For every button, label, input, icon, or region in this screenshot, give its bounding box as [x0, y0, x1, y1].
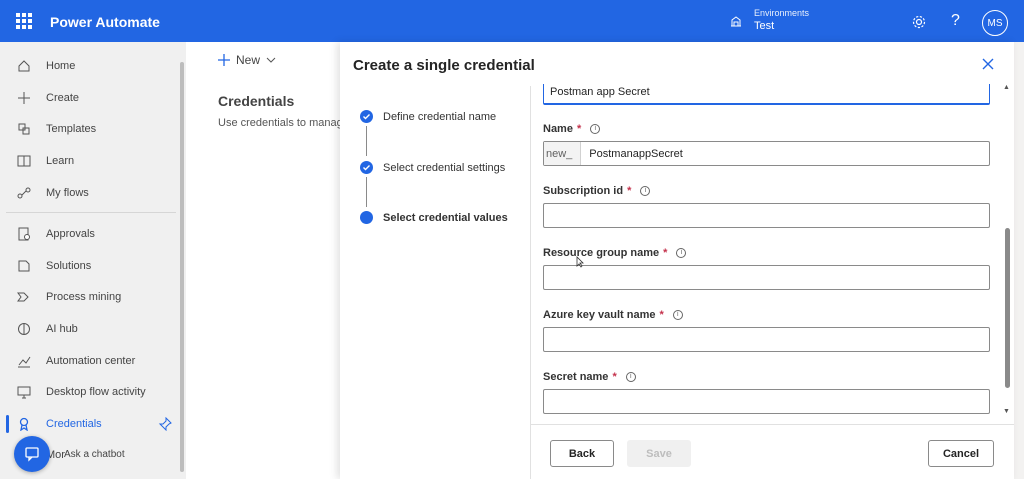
sidebar-item-approvals[interactable]: Approvals — [0, 219, 186, 249]
azure-key-vault-name-input[interactable] — [543, 327, 990, 352]
wizard-steps: Define credential name Select credential… — [340, 86, 531, 479]
display-name-input[interactable]: Postman app Secret — [543, 84, 990, 105]
pin-icon[interactable] — [158, 417, 172, 431]
book-icon — [17, 155, 31, 167]
sidebar-item-label: My flows — [46, 187, 89, 199]
sidebar-item-label: Process mining — [46, 291, 122, 303]
resource-group-name-input[interactable] — [543, 265, 990, 290]
step-define-name[interactable]: Define credential name — [383, 111, 496, 123]
desktop-icon — [17, 386, 31, 399]
sidebar-item-credentials[interactable]: Credentials — [0, 409, 186, 439]
secret-name-input[interactable] — [543, 389, 990, 414]
sidebar-item-label: AI hub — [46, 323, 78, 335]
sidebar-item-automation-center[interactable]: Automation center — [0, 346, 186, 376]
mouse-cursor-icon — [576, 256, 584, 268]
sidebar-item-label: Desktop flow activity — [46, 386, 146, 398]
plus-icon — [18, 92, 30, 104]
panel-footer: Back Save Cancel — [531, 424, 1014, 479]
sidebar-scrollbar[interactable] — [180, 62, 184, 472]
form-scrollbar-thumb[interactable] — [1005, 228, 1010, 388]
sidebar-item-label: Learn — [46, 155, 75, 167]
sidebar-item-my-flows[interactable]: My flows — [0, 178, 186, 208]
input-value: PostmanappSecret — [589, 147, 683, 160]
name-prefix: new_ — [544, 142, 582, 165]
back-button[interactable]: Back — [550, 440, 614, 467]
credential-form: Postman app Secret Name * i new_ Postmanap… — [532, 84, 1014, 424]
sidebar-item-desktop-flow-activity[interactable]: Desktop flow activity — [0, 377, 186, 407]
sidebar-item-label: Approvals — [46, 228, 95, 240]
sidebar-item-solutions[interactable]: Solutions — [0, 251, 186, 281]
home-icon — [18, 60, 30, 72]
name-input[interactable]: new_ PostmanappSecret — [543, 141, 990, 166]
flow-icon — [17, 187, 31, 199]
sidebar-item-learn[interactable]: Learn — [0, 146, 186, 176]
environment-label[interactable]: Environments — [754, 8, 809, 18]
plus-icon — [218, 54, 230, 66]
process-mining-icon — [17, 292, 29, 302]
sidebar-item-process-mining[interactable]: Process mining — [0, 282, 186, 312]
approvals-icon — [18, 227, 30, 241]
scroll-down-arrow[interactable]: ▼ — [1003, 408, 1010, 415]
avatar[interactable]: MS — [982, 10, 1008, 36]
step-select-settings[interactable]: Select credential settings — [383, 162, 505, 174]
page-title: Credentials — [218, 93, 295, 109]
subscription-id-input[interactable] — [543, 203, 990, 228]
credentials-icon — [19, 417, 29, 431]
step-connector — [366, 177, 367, 207]
sidebar-item-label: Credentials — [46, 418, 102, 430]
resource-group-name-label: Resource group name * i — [543, 247, 687, 259]
chevron-down-icon — [266, 57, 276, 63]
info-icon[interactable]: i — [625, 372, 636, 382]
step-done-icon — [360, 110, 373, 123]
sidebar-item-home[interactable]: Home — [0, 51, 186, 81]
sidebar-item-label: Home — [46, 60, 76, 72]
chatbot-button[interactable] — [14, 436, 50, 472]
sidebar-item-label: Create — [46, 92, 80, 104]
sidebar-item-ai-hub[interactable]: AI hub — [0, 314, 186, 344]
save-button[interactable]: Save — [627, 440, 691, 467]
sidebar-item-templates[interactable]: Templates — [0, 114, 186, 144]
info-icon[interactable]: i — [672, 310, 683, 320]
solutions-icon — [18, 260, 30, 272]
secret-name-label: Secret name * i — [543, 371, 636, 383]
azure-key-vault-name-label: Azure key vault name * i — [543, 309, 683, 321]
new-button[interactable]: New — [218, 53, 276, 67]
main-content: New Credentials Use credentials to manag — [186, 42, 341, 479]
sidebar: Home Create Templates Learn My flows App… — [0, 42, 186, 479]
info-icon[interactable]: i — [590, 124, 601, 134]
panel-title: Create a single credential — [353, 57, 535, 74]
new-label: New — [236, 53, 261, 67]
templates-icon — [18, 123, 30, 135]
subscription-id-label: Subscription id * i — [543, 185, 651, 197]
app-title[interactable]: Power Automate — [50, 14, 160, 30]
page-description: Use credentials to manag — [218, 117, 341, 129]
cancel-button[interactable]: Cancel — [928, 440, 994, 467]
ai-hub-icon — [18, 323, 30, 335]
sidebar-item-label: Templates — [46, 123, 97, 135]
sidebar-item-create[interactable]: Create — [0, 83, 186, 113]
gear-icon[interactable] — [911, 14, 927, 30]
info-icon[interactable]: i — [640, 186, 651, 196]
chatbot-label[interactable]: Ask a chatbot — [64, 449, 125, 460]
scroll-up-arrow[interactable]: ▲ — [1003, 84, 1010, 91]
chat-icon — [25, 447, 39, 462]
sidebar-item-label: Solutions — [46, 260, 92, 272]
app-launcher-icon[interactable] — [16, 13, 32, 29]
create-credential-panel: Create a single credential Define creden… — [340, 42, 1014, 479]
environment-icon[interactable] — [729, 14, 743, 28]
info-icon[interactable]: i — [676, 248, 687, 258]
top-bar: Power Automate Environments Test ? MS — [0, 0, 1024, 42]
step-select-values[interactable]: Select credential values — [383, 212, 508, 224]
step-done-icon — [360, 161, 373, 174]
step-connector — [366, 126, 367, 156]
sidebar-divider — [6, 212, 176, 213]
input-value: Postman app Secret — [550, 86, 650, 98]
help-icon[interactable]: ? — [951, 12, 960, 30]
name-label: Name * i — [543, 123, 601, 135]
close-icon[interactable] — [980, 56, 996, 72]
step-current-icon — [360, 211, 373, 224]
chart-icon — [18, 356, 31, 368]
sidebar-item-label: Automation center — [46, 355, 136, 367]
environment-value[interactable]: Test — [754, 20, 774, 32]
